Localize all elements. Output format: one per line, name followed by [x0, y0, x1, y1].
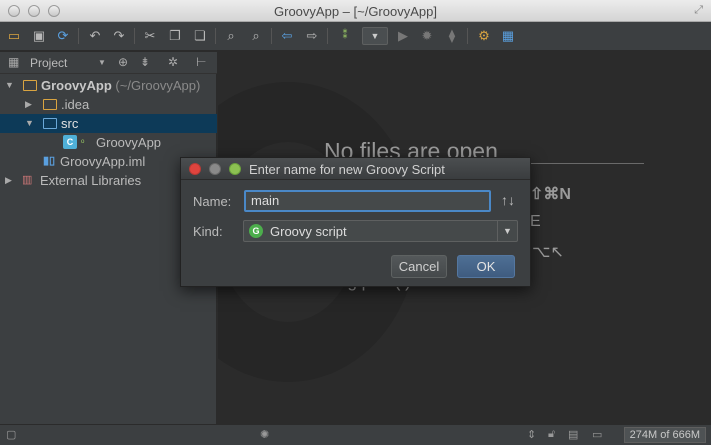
paste-icon[interactable]: ❏ [191, 27, 209, 45]
access-icon: ᵒ [81, 137, 85, 147]
save-icon[interactable]: ▣ [30, 27, 48, 45]
tree-item-label: src [61, 116, 79, 131]
minimize-dialog-button[interactable] [209, 163, 221, 175]
tree-item-src[interactable]: ▼ src [0, 114, 217, 133]
kind-selected-value: Groovy script [270, 224, 347, 239]
tree-item-label: External Libraries [40, 173, 142, 188]
chevron-right-icon[interactable]: ▶ [25, 95, 32, 114]
hide-panel-icon[interactable]: ⊢ [196, 55, 206, 69]
make-project-icon[interactable]: ⁑ [336, 27, 354, 45]
toolbar-separator [134, 28, 135, 44]
project-view-icon: ▦ [8, 55, 20, 69]
memory-indicator[interactable]: 274M of 666M [623, 427, 706, 443]
chevron-down-icon[interactable]: ▼ [98, 58, 106, 67]
hint-shortcut: ⌥↖ [532, 244, 564, 261]
toolbar-separator [215, 28, 216, 44]
chevron-right-icon[interactable]: ▶ [5, 171, 12, 190]
toolbar-separator [467, 28, 468, 44]
toolbar-separator [327, 28, 328, 44]
run-icon[interactable]: ▶ [394, 27, 412, 45]
event-log-icon[interactable]: ▭ [592, 428, 602, 441]
status-bar: ▢ ✺ ⇕ 🔓︎ ▤ ▭ 274M of 666M [0, 424, 711, 445]
progress-spinner-icon: ✺ [260, 429, 270, 441]
library-icon: ▥ [22, 174, 33, 186]
replace-icon[interactable]: ⌕ [247, 27, 265, 45]
project-structure-icon[interactable]: ▦ [499, 27, 517, 45]
toolbar-separator [271, 28, 272, 44]
name-input[interactable]: main [244, 190, 491, 212]
inspector-icon[interactable]: ▤ [568, 428, 578, 441]
name-label: Name: [193, 194, 232, 209]
back-icon[interactable]: ⇦ [278, 27, 296, 45]
tree-item-groovyapp-class[interactable]: C ᵒ GroovyApp [0, 133, 217, 152]
main-toolbar: ▭ ▣ ⟳ ↶ ↷ ✂ ❐ ❏ ⌕ ⌕ ⇦ ⇨ ⁑ ▼ ▶ ✹ ⧫ ⚙ ▦ [0, 22, 711, 51]
sync-icon[interactable]: ⟳ [54, 27, 72, 45]
tool-window-toggle-icon[interactable]: ▢ [6, 428, 16, 441]
tree-item-label: .idea [61, 97, 90, 112]
gear-icon[interactable]: ✲ [168, 55, 178, 69]
dialog-titlebar: Enter name for new Groovy Script [181, 158, 530, 180]
undo-icon[interactable]: ↶ [86, 27, 104, 45]
tree-item-project-root[interactable]: ▼ GroovyApp (~/GroovyApp) [0, 76, 217, 95]
debug-icon[interactable]: ✹ [418, 27, 436, 45]
find-icon[interactable]: ⌕ [222, 27, 240, 45]
redo-icon[interactable]: ↷ [110, 27, 128, 45]
hint-shortcut: E [530, 213, 541, 230]
coverage-icon[interactable]: ⧫ [443, 27, 461, 45]
new-groovy-script-dialog: Enter name for new Groovy Script Name: m… [180, 157, 531, 287]
window-titlebar: GroovyApp – [~/GroovyApp] ⤢ [0, 0, 711, 22]
project-name: GroovyApp [41, 78, 112, 93]
ok-button[interactable]: OK [457, 255, 515, 278]
project-view-label[interactable]: Project [30, 56, 67, 70]
folder-icon [43, 99, 57, 110]
tree-item-label: GroovyApp.iml [60, 154, 146, 169]
kind-select[interactable]: G Groovy script ▼ [243, 220, 518, 242]
hint-shortcut: ⇧⌘N [530, 186, 571, 203]
zoom-dialog-button[interactable] [229, 163, 241, 175]
run-config-dropdown[interactable]: ▼ [362, 27, 388, 45]
sort-icon[interactable]: ↑↓ [501, 192, 515, 208]
open-folder-icon[interactable]: ▭ [5, 27, 23, 45]
dialog-title: Enter name for new Groovy Script [249, 162, 445, 177]
cut-icon[interactable]: ✂ [141, 27, 159, 45]
folder-icon [23, 80, 37, 91]
project-panel-header: ▦ Project ▼ ⊕ ⇟ ✲ ⊢ [0, 52, 217, 74]
scroll-from-source-icon[interactable]: ⊕ [118, 55, 128, 69]
window-title: GroovyApp – [~/GroovyApp] [274, 4, 437, 19]
project-path: (~/GroovyApp) [115, 78, 201, 93]
toolbar-separator [78, 28, 79, 44]
collapse-all-icon[interactable]: ⇟ [140, 55, 150, 69]
chevron-down-icon[interactable]: ▼ [497, 221, 517, 241]
source-folder-icon [43, 118, 57, 129]
fullscreen-icon[interactable]: ⤢ [694, 4, 703, 17]
settings-icon[interactable]: ⚙ [475, 27, 493, 45]
chevron-down-icon[interactable]: ▼ [25, 114, 34, 133]
kind-label: Kind: [193, 224, 223, 239]
line-separator-icon[interactable]: ⇕ [527, 428, 536, 441]
class-icon: C [63, 135, 77, 149]
chevron-down-icon[interactable]: ▼ [5, 76, 14, 95]
lock-icon[interactable]: 🔓︎ [548, 428, 555, 441]
module-file-icon: ▮▯ [43, 155, 56, 167]
cancel-button[interactable]: Cancel [391, 255, 447, 278]
tree-item-idea[interactable]: ▶ .idea [0, 95, 217, 114]
tree-item-label: GroovyApp [96, 135, 162, 150]
forward-icon[interactable]: ⇨ [303, 27, 321, 45]
tree-item-label: GroovyApp (~/GroovyApp) [41, 76, 200, 95]
groovy-icon: G [249, 224, 263, 238]
copy-icon[interactable]: ❐ [166, 27, 184, 45]
close-dialog-button[interactable] [189, 163, 201, 175]
